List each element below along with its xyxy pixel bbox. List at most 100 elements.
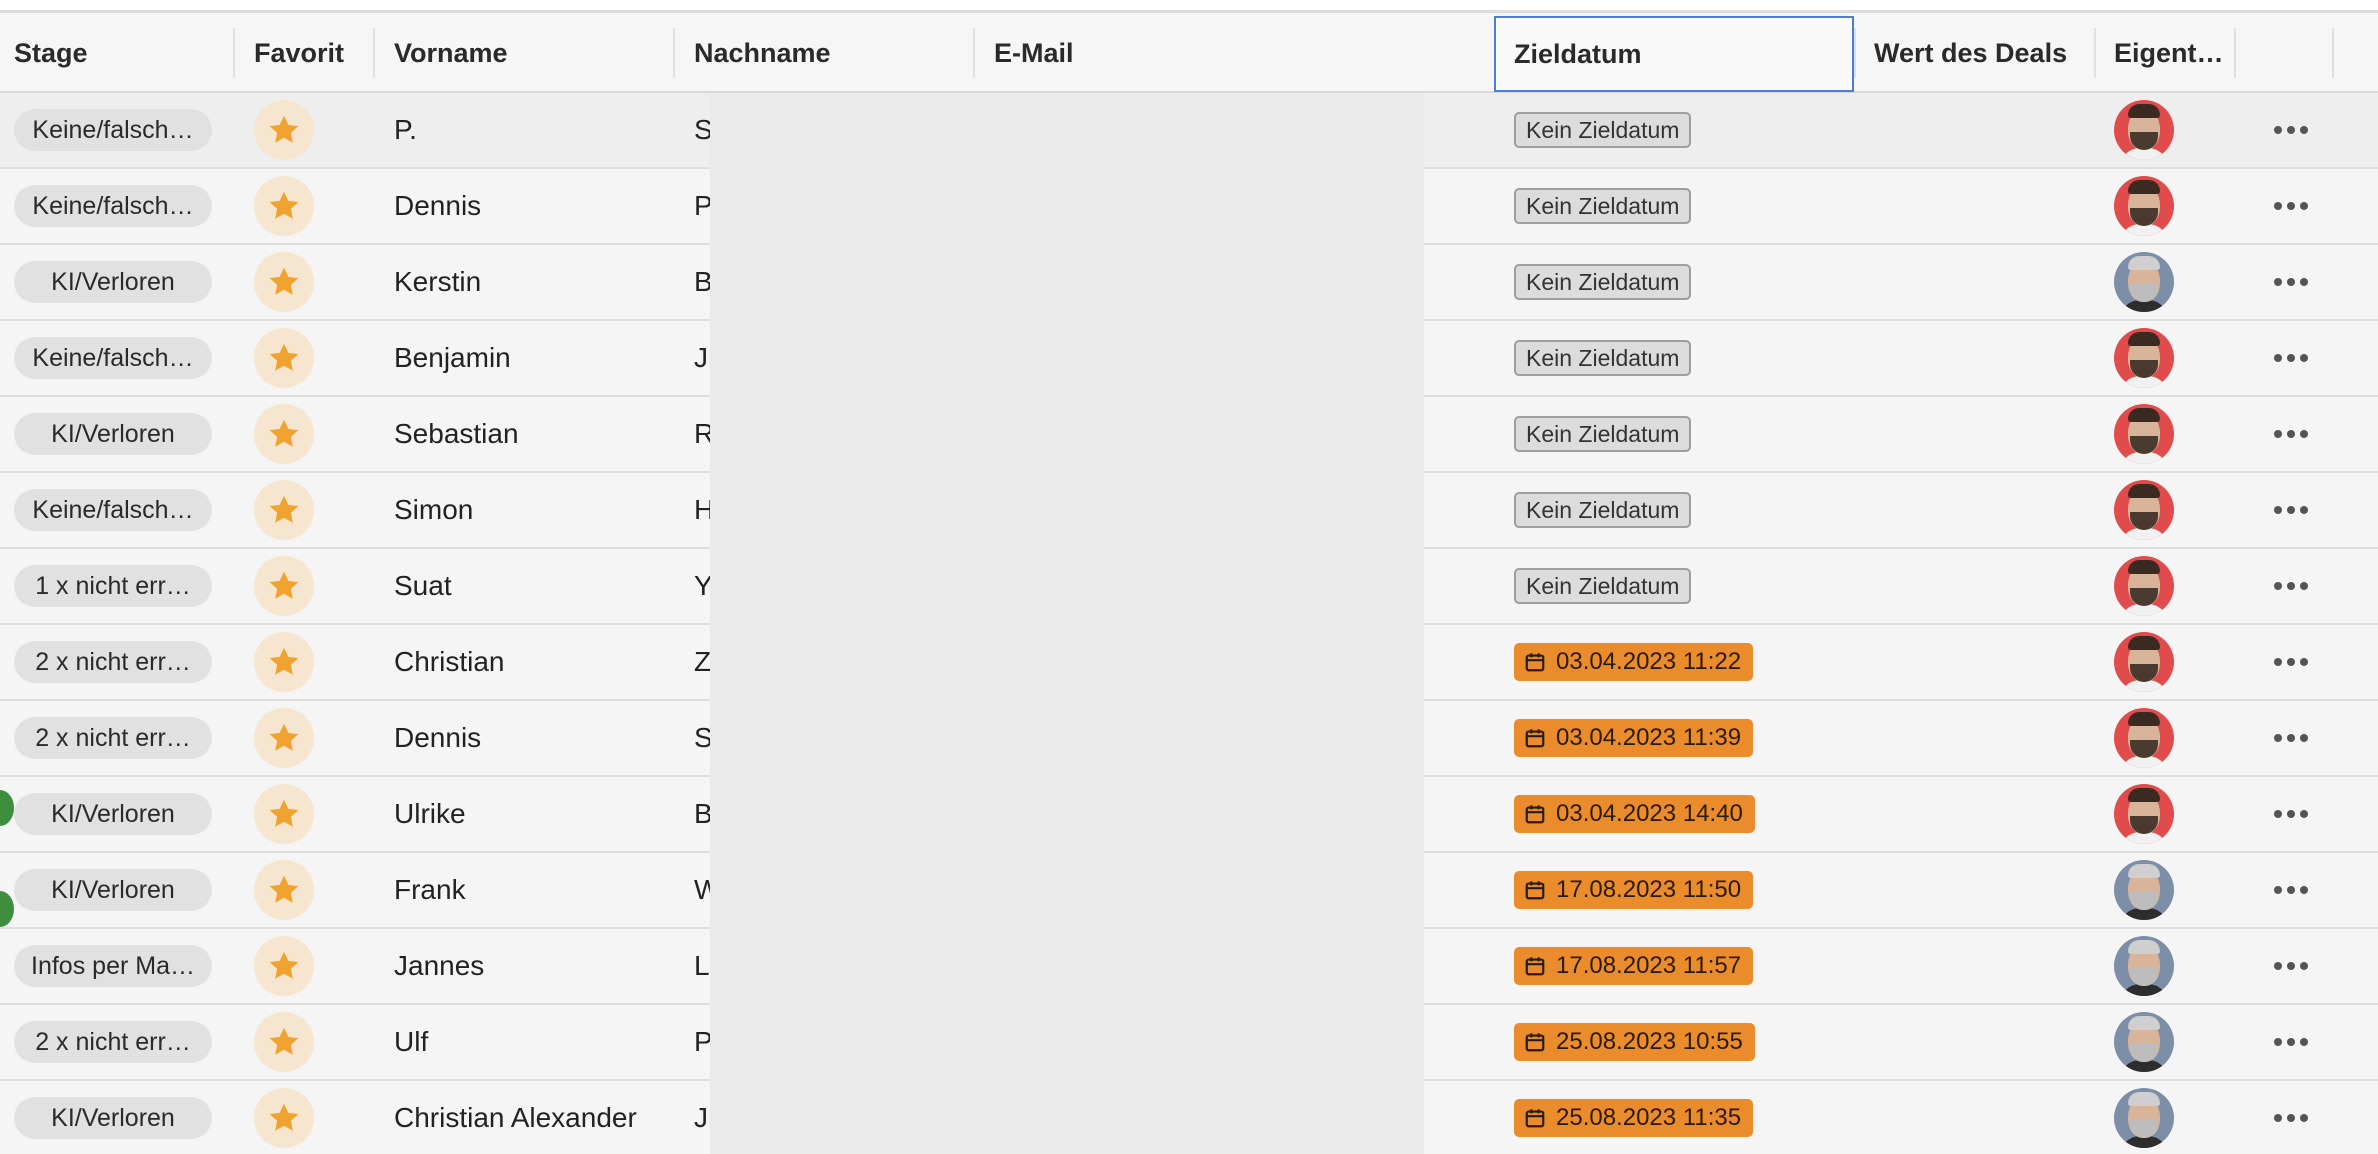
avatar[interactable] [2114, 100, 2174, 160]
eigentuemer-cell[interactable] [2114, 929, 2184, 1003]
favorite-cell[interactable] [254, 929, 334, 1003]
favorite-cell[interactable] [254, 549, 334, 623]
avatar[interactable] [2114, 176, 2174, 236]
row-menu-cell[interactable] [2266, 169, 2316, 243]
avatar[interactable] [2114, 708, 2174, 768]
avatar[interactable] [2114, 632, 2174, 692]
column-divider[interactable] [233, 28, 235, 78]
stage-pill[interactable]: KI/Verloren [14, 869, 212, 911]
stage-cell[interactable]: 2 x nicht err… [14, 1005, 224, 1079]
stage-pill[interactable]: Keine/falsch… [14, 185, 212, 227]
zieldatum-cell[interactable]: Kein Zieldatum [1514, 169, 1834, 243]
kein-zieldatum-badge[interactable]: Kein Zieldatum [1514, 188, 1692, 224]
vorname-cell[interactable]: Kerstin [394, 245, 684, 319]
column-divider[interactable] [973, 28, 975, 78]
column-divider[interactable] [2094, 28, 2096, 78]
avatar[interactable] [2114, 480, 2174, 540]
stage-cell[interactable]: 2 x nicht err… [14, 625, 224, 699]
zieldatum-cell[interactable]: 03.04.2023 11:39 [1514, 701, 1834, 775]
zieldatum-cell[interactable]: Kein Zieldatum [1514, 321, 1834, 395]
favorite-toggle[interactable] [254, 784, 314, 844]
row-menu-cell[interactable] [2266, 701, 2316, 775]
favorite-toggle[interactable] [254, 252, 314, 312]
header-favorit[interactable]: Favorit [254, 14, 364, 92]
zieldatum-badge[interactable]: 03.04.2023 11:22 [1514, 643, 1754, 681]
zieldatum-badge[interactable]: 25.08.2023 11:35 [1514, 1099, 1754, 1137]
column-divider[interactable] [2332, 28, 2334, 78]
eigentuemer-cell[interactable] [2114, 321, 2184, 395]
zieldatum-cell[interactable]: 17.08.2023 11:50 [1514, 853, 1834, 927]
stage-pill[interactable]: 2 x nicht err… [14, 1021, 212, 1063]
favorite-toggle[interactable] [254, 936, 314, 996]
more-horizontal-icon[interactable] [2274, 962, 2308, 970]
favorite-cell[interactable] [254, 169, 334, 243]
favorite-toggle[interactable] [254, 860, 314, 920]
kein-zieldatum-badge[interactable]: Kein Zieldatum [1514, 264, 1692, 300]
more-horizontal-icon[interactable] [2274, 582, 2308, 590]
stage-cell[interactable]: 2 x nicht err… [14, 701, 224, 775]
favorite-toggle[interactable] [254, 632, 314, 692]
stage-pill[interactable]: KI/Verloren [14, 261, 212, 303]
favorite-toggle[interactable] [254, 1012, 314, 1072]
favorite-toggle[interactable] [254, 480, 314, 540]
more-horizontal-icon[interactable] [2274, 1038, 2308, 1046]
vorname-cell[interactable]: Christian Alexander [394, 1081, 684, 1154]
row-menu-cell[interactable] [2266, 1081, 2316, 1154]
favorite-toggle[interactable] [254, 708, 314, 768]
row-menu-cell[interactable] [2266, 321, 2316, 395]
eigentuemer-cell[interactable] [2114, 245, 2184, 319]
stage-pill[interactable]: Keine/falsch… [14, 109, 212, 151]
stage-cell[interactable]: KI/Verloren [14, 397, 224, 471]
more-horizontal-icon[interactable] [2274, 810, 2308, 818]
more-horizontal-icon[interactable] [2274, 886, 2308, 894]
kein-zieldatum-badge[interactable]: Kein Zieldatum [1514, 568, 1692, 604]
more-horizontal-icon[interactable] [2274, 506, 2308, 514]
vorname-cell[interactable]: Suat [394, 549, 684, 623]
avatar[interactable] [2114, 936, 2174, 996]
zieldatum-cell[interactable]: Kein Zieldatum [1514, 473, 1834, 547]
favorite-cell[interactable] [254, 777, 334, 851]
avatar[interactable] [2114, 1088, 2174, 1148]
zieldatum-cell[interactable]: Kein Zieldatum [1514, 397, 1834, 471]
header-wert-des-deals[interactable]: Wert des Deals [1874, 14, 2074, 92]
stage-pill[interactable]: KI/Verloren [14, 1097, 212, 1139]
favorite-cell[interactable] [254, 473, 334, 547]
column-divider[interactable] [373, 28, 375, 78]
more-horizontal-icon[interactable] [2274, 202, 2308, 210]
stage-pill[interactable]: Keine/falsch… [14, 337, 212, 379]
stage-cell[interactable]: KI/Verloren [14, 1081, 224, 1154]
favorite-toggle[interactable] [254, 100, 314, 160]
stage-pill[interactable]: Keine/falsch… [14, 489, 212, 531]
stage-cell[interactable]: Infos per Ma… [14, 929, 224, 1003]
avatar[interactable] [2114, 328, 2174, 388]
eigentuemer-cell[interactable] [2114, 93, 2184, 167]
zieldatum-badge[interactable]: 17.08.2023 11:50 [1514, 871, 1754, 909]
column-divider[interactable] [1854, 28, 1856, 78]
row-menu-cell[interactable] [2266, 929, 2316, 1003]
row-menu-cell[interactable] [2266, 1005, 2316, 1079]
vorname-cell[interactable]: Jannes [394, 929, 684, 1003]
favorite-cell[interactable] [254, 93, 334, 167]
more-horizontal-icon[interactable] [2274, 1114, 2308, 1122]
stage-cell[interactable]: Keine/falsch… [14, 473, 224, 547]
row-menu-cell[interactable] [2266, 397, 2316, 471]
zieldatum-cell[interactable]: 17.08.2023 11:57 [1514, 929, 1834, 1003]
vorname-cell[interactable]: Sebastian [394, 397, 684, 471]
row-menu-cell[interactable] [2266, 853, 2316, 927]
stage-cell[interactable]: Keine/falsch… [14, 321, 224, 395]
favorite-cell[interactable] [254, 853, 334, 927]
zieldatum-badge[interactable]: 25.08.2023 10:55 [1514, 1023, 1755, 1061]
vorname-cell[interactable]: Frank [394, 853, 684, 927]
avatar[interactable] [2114, 1012, 2174, 1072]
eigentuemer-cell[interactable] [2114, 397, 2184, 471]
eigentuemer-cell[interactable] [2114, 169, 2184, 243]
avatar[interactable] [2114, 404, 2174, 464]
kein-zieldatum-badge[interactable]: Kein Zieldatum [1514, 340, 1692, 376]
header-zieldatum[interactable]: Zieldatum [1494, 16, 1854, 92]
stage-cell[interactable]: KI/Verloren [14, 777, 224, 851]
row-menu-cell[interactable] [2266, 625, 2316, 699]
favorite-toggle[interactable] [254, 328, 314, 388]
more-horizontal-icon[interactable] [2274, 734, 2308, 742]
eigentuemer-cell[interactable] [2114, 549, 2184, 623]
row-menu-cell[interactable] [2266, 473, 2316, 547]
